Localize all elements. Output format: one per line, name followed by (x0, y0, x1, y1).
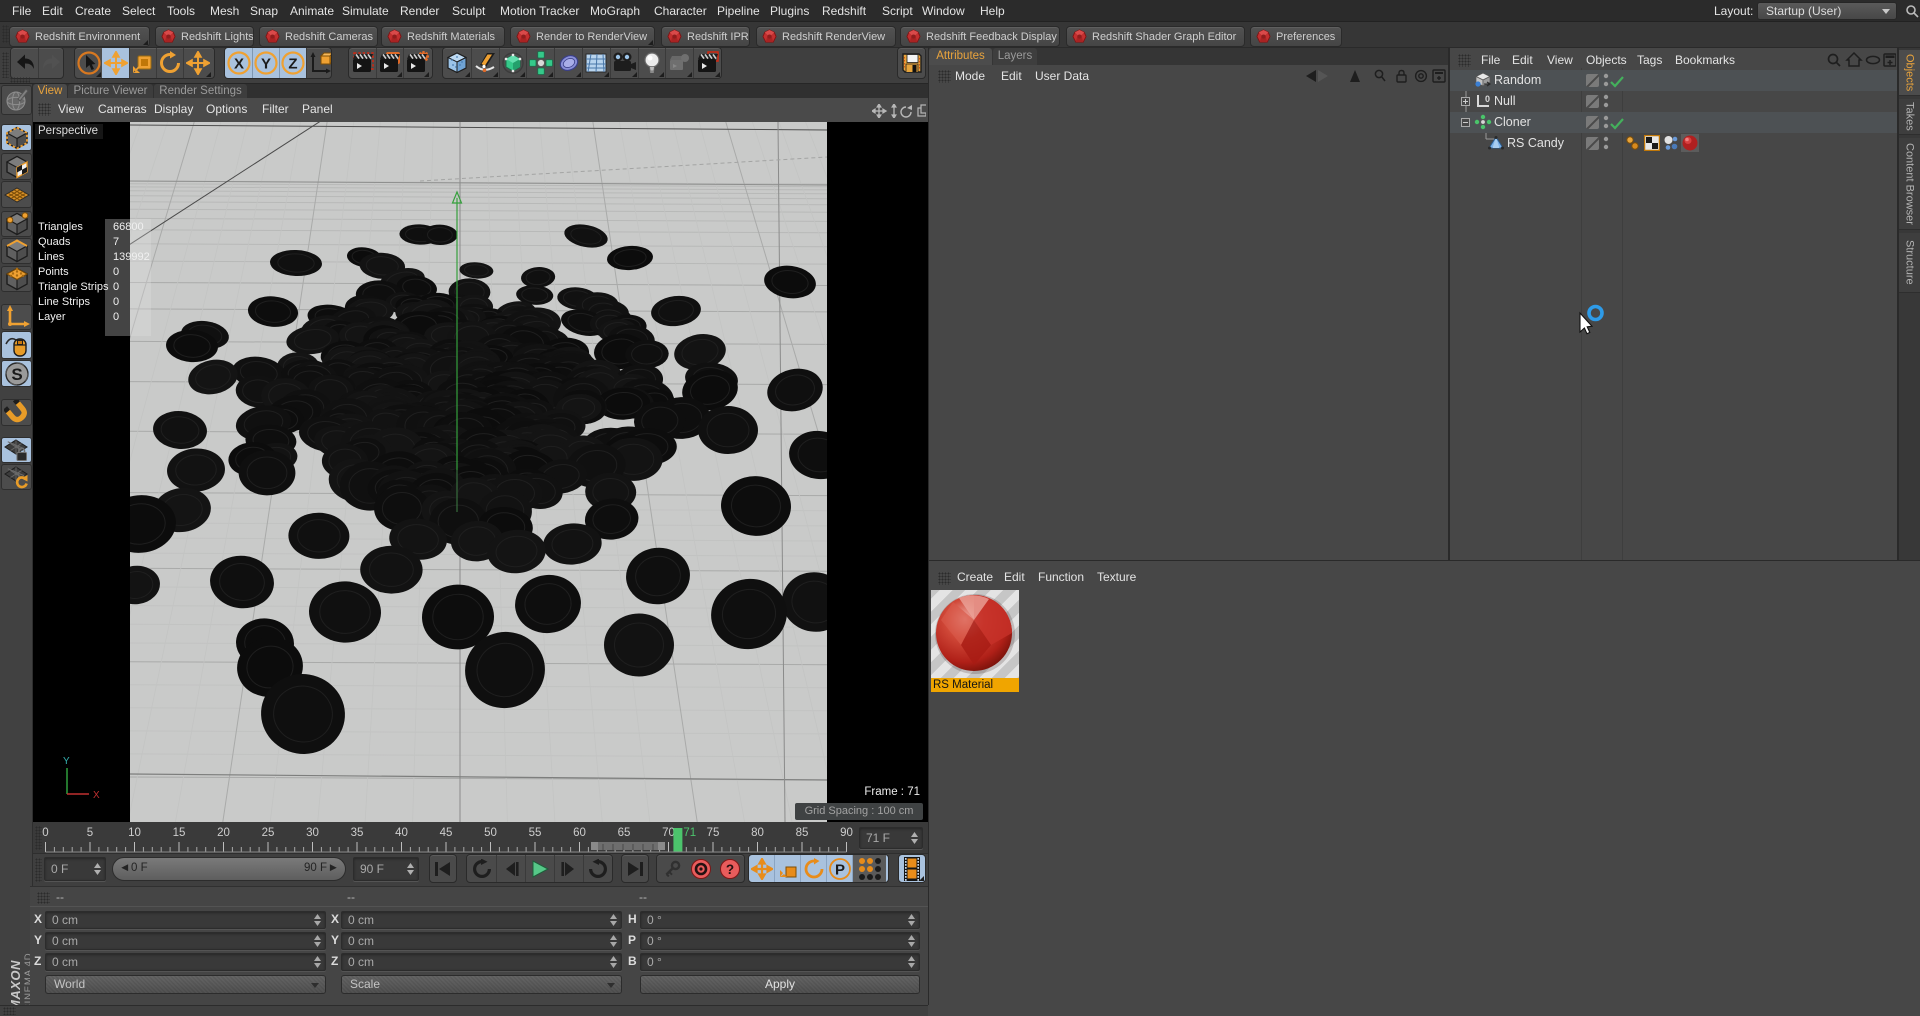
svg-text:X: X (233, 56, 243, 73)
svg-text:55: 55 (529, 827, 542, 839)
svg-text:20: 20 (217, 827, 230, 839)
svg-text:P: P (834, 861, 844, 878)
svg-text:80: 80 (751, 827, 764, 839)
svg-text:60: 60 (573, 827, 586, 839)
svg-text:50: 50 (484, 827, 497, 839)
svg-text:90: 90 (840, 827, 853, 839)
svg-text:65: 65 (618, 827, 631, 839)
svg-text:Y: Y (63, 756, 70, 767)
svg-text:S: S (11, 365, 22, 384)
svg-text:X: X (93, 790, 100, 801)
svg-text:?: ? (725, 862, 733, 877)
svg-text:Z: Z (288, 56, 297, 73)
svg-text:70: 70 (662, 827, 675, 839)
svg-text:71: 71 (683, 827, 696, 839)
svg-text:0: 0 (1485, 94, 1490, 104)
svg-text:15: 15 (173, 827, 186, 839)
svg-text:Y: Y (261, 56, 271, 73)
svg-text:85: 85 (796, 827, 809, 839)
svg-text:0: 0 (42, 827, 48, 839)
svg-text:40: 40 (395, 827, 408, 839)
svg-text:10: 10 (128, 827, 141, 839)
svg-text:5: 5 (87, 827, 93, 839)
svg-text:45: 45 (440, 827, 453, 839)
svg-text:30: 30 (306, 827, 319, 839)
svg-text:35: 35 (351, 827, 364, 839)
svg-text:25: 25 (262, 827, 275, 839)
svg-text:75: 75 (707, 827, 720, 839)
